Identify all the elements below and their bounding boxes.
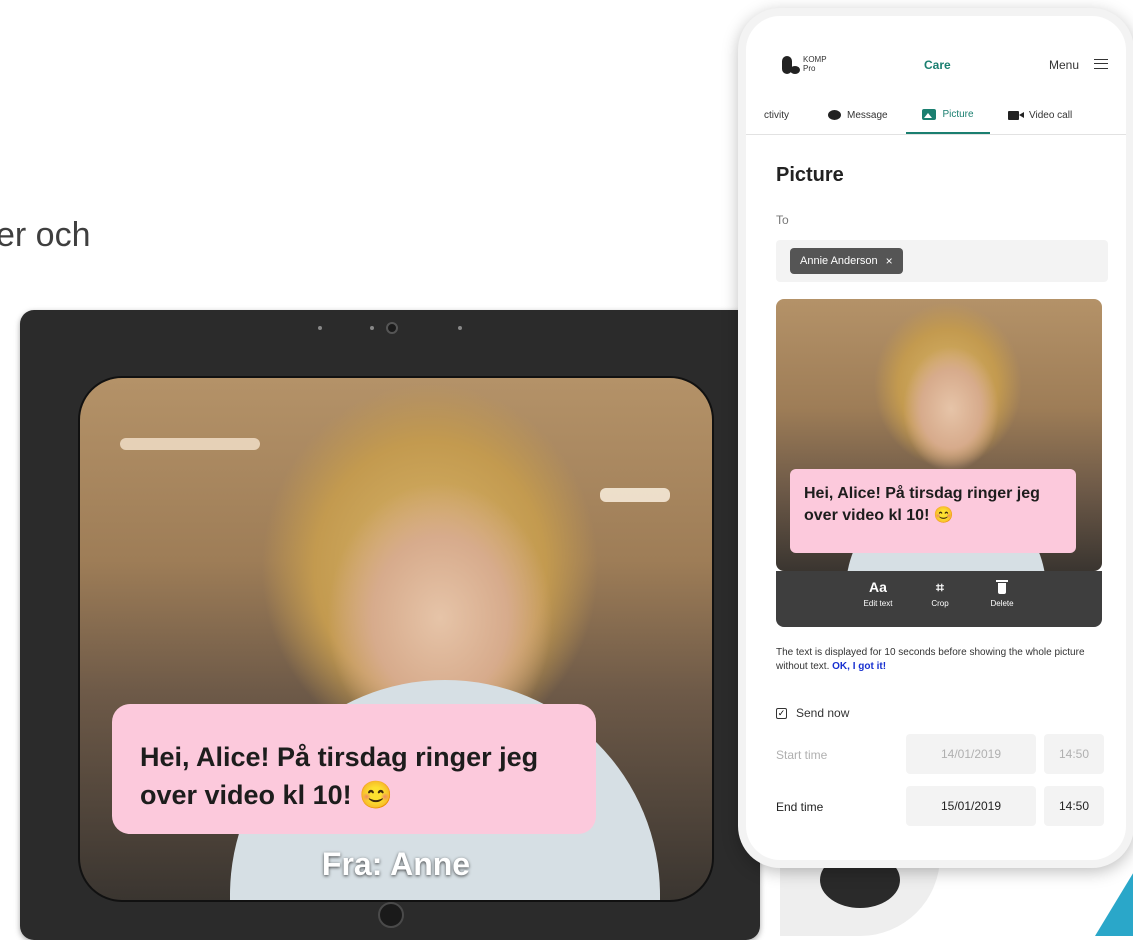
delete-label: Delete	[990, 599, 1014, 608]
start-time-label: Start time	[776, 748, 828, 762]
phone: KOMP Pro Care Menu ctivity Message Pictu…	[738, 8, 1133, 868]
end-date-field[interactable]: 15/01/2019	[906, 786, 1036, 826]
video-camera-icon	[1008, 110, 1024, 120]
trash-icon	[996, 580, 1008, 594]
tablet-sender: Fra: Anne	[321, 846, 471, 882]
background-partial-text: er och	[0, 216, 91, 254]
tab-picture[interactable]: Picture	[906, 96, 990, 134]
crop-icon: ⌗	[936, 579, 944, 595]
to-label: To	[776, 213, 789, 227]
chat-bubble-icon	[828, 110, 841, 120]
ceiling-light	[120, 438, 260, 450]
logo-line2: Pro	[803, 64, 816, 73]
logo-text[interactable]: KOMP Pro	[803, 55, 843, 73]
start-time-field[interactable]: 14:50	[1044, 734, 1104, 774]
image-icon	[922, 108, 937, 120]
hint-link[interactable]: OK, I got it!	[832, 661, 886, 672]
picture-message[interactable]: Hei, Alice! På tirsdag ringer jeg over v…	[790, 469, 1076, 553]
tab-label: Message	[847, 109, 888, 121]
phone-screen: KOMP Pro Care Menu ctivity Message Pictu…	[746, 16, 1126, 860]
hamburger-icon[interactable]	[1094, 59, 1108, 69]
ceiling-light	[600, 488, 670, 502]
logo-line1: KOMP	[803, 55, 827, 64]
recipient-field[interactable]: Annie Anderson ×	[776, 240, 1108, 282]
accent-shape	[1095, 870, 1133, 936]
picture-preview: Hei, Alice! På tirsdag ringer jeg over v…	[776, 299, 1102, 571]
end-time-label: End time	[776, 800, 824, 814]
delete-button[interactable]: Delete	[972, 579, 1032, 608]
end-time-field[interactable]: 14:50	[1044, 786, 1104, 826]
edit-text-button[interactable]: Aa Edit text	[848, 579, 908, 608]
tablet-screen: Hei, Alice! På tirsdag ringer jeg over v…	[78, 376, 714, 902]
sensor-dot	[370, 326, 374, 330]
tab-label: Video call	[1029, 109, 1073, 121]
komp-tablet: Hei, Alice! På tirsdag ringer jeg over v…	[20, 310, 760, 940]
send-now-checkbox[interactable]: ✓	[776, 708, 787, 719]
sensor-dot	[458, 326, 462, 330]
komp-logo-icon	[790, 66, 800, 74]
recipient-chip[interactable]: Annie Anderson ×	[790, 248, 903, 274]
tab-video-call[interactable]: Video call	[1008, 96, 1072, 134]
tab-label: Picture	[942, 108, 974, 120]
hint-body: The text is displayed for 10 seconds bef…	[776, 647, 1085, 672]
tab-message[interactable]: Message	[828, 96, 888, 134]
crop-label: Crop	[931, 599, 949, 608]
edit-text-label: Edit text	[863, 599, 893, 608]
sensor-dot	[318, 326, 322, 330]
tab-bar: ctivity Message Picture Video call	[746, 96, 1126, 135]
picture-toolbar: Aa Edit text ⌗ Crop Delete	[776, 571, 1102, 627]
header-title: Care	[924, 58, 951, 72]
app-header: KOMP Pro Care Menu	[746, 16, 1126, 86]
camera-icon	[386, 322, 398, 334]
crop-button[interactable]: ⌗ Crop	[910, 579, 970, 608]
text-icon: Aa	[869, 579, 887, 595]
close-icon[interactable]: ×	[886, 254, 893, 268]
tab-activity[interactable]: ctivity	[764, 96, 789, 134]
recipient-name: Annie Anderson	[800, 255, 878, 267]
hint-text: The text is displayed for 10 seconds bef…	[776, 646, 1116, 674]
tablet-message: Hei, Alice! På tirsdag ringer jeg over v…	[112, 704, 596, 834]
start-date-field[interactable]: 14/01/2019	[906, 734, 1036, 774]
home-button[interactable]	[378, 902, 404, 928]
send-now-label[interactable]: Send now	[796, 706, 849, 720]
menu-button[interactable]: Menu	[1049, 58, 1079, 72]
page-title: Picture	[776, 164, 844, 186]
tab-label: ctivity	[764, 109, 789, 121]
